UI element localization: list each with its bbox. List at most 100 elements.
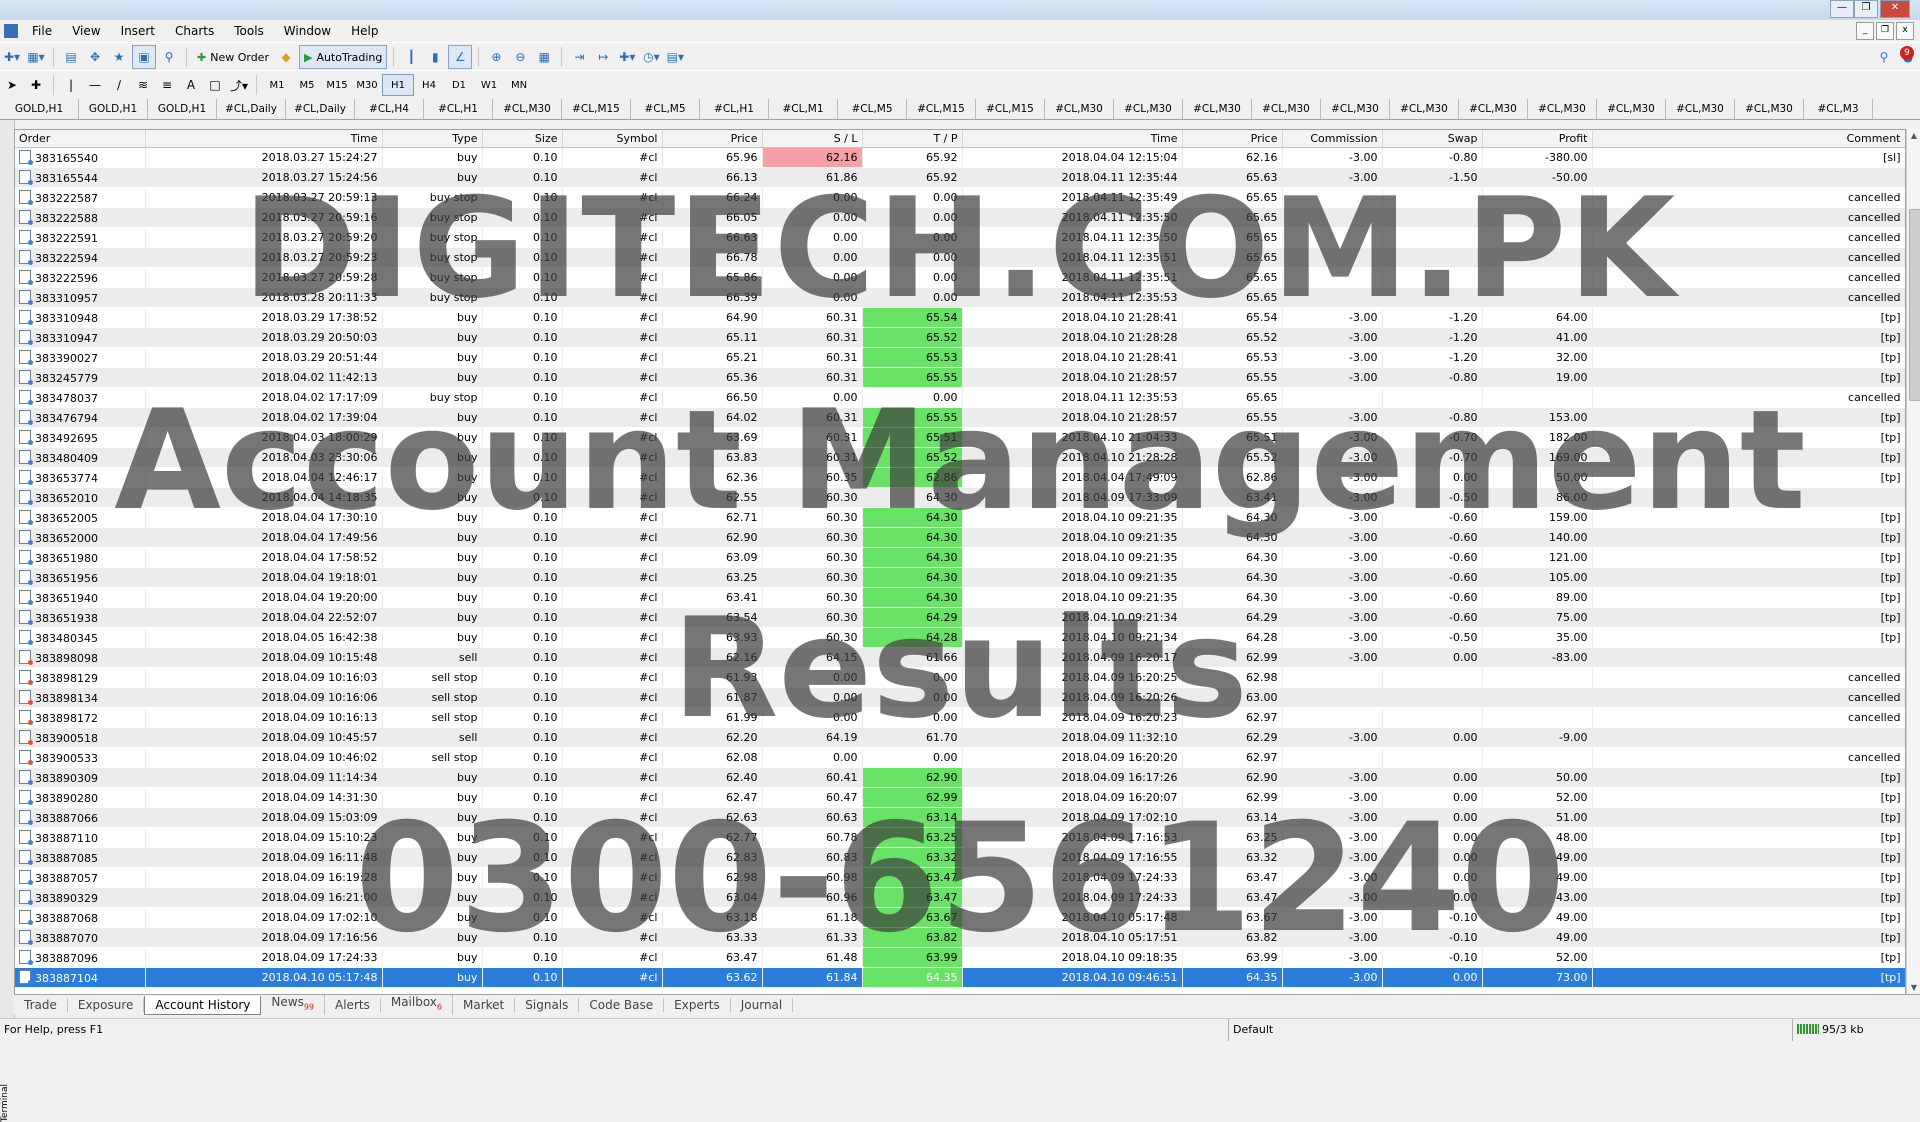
vertical-scrollbar[interactable]: ▲ ▼ (1906, 129, 1920, 995)
chart-tab[interactable]: #CL,M30 (1528, 99, 1597, 119)
table-row[interactable]: 383651940 2018.04.04 19:20:00 buy 0.10 #cl 63… (15, 587, 1905, 608)
tab-experts[interactable]: Experts (664, 998, 731, 1012)
table-row[interactable]: 383890329 2018.04.09 16:21:00 buy 0.10 #cl 63… (15, 887, 1905, 908)
table-row[interactable]: 383245779 2018.04.02 11:42:13 buy 0.10 #cl 65… (15, 367, 1905, 388)
candlestick-icon[interactable]: ▮ (424, 46, 446, 68)
table-row[interactable]: 383652000 2018.04.04 17:49:56 buy 0.10 #cl 62… (15, 527, 1905, 548)
zoom-in-icon[interactable]: ⊕ (485, 46, 507, 68)
table-row[interactable]: 383478037 2018.04.02 17:17:09 buy stop 0.10… (15, 387, 1905, 408)
chart-tab[interactable]: GOLD,H1 (79, 99, 148, 119)
cursor-icon[interactable]: ➤ (1, 74, 23, 96)
chart-tab[interactable]: #CL,M30 (1183, 99, 1252, 119)
chart-tab[interactable]: #CL,M30 (493, 99, 562, 119)
tab-journal[interactable]: Journal (731, 998, 794, 1012)
menu-tools[interactable]: Tools (224, 24, 274, 38)
text-icon[interactable]: A (180, 74, 202, 96)
chart-tab[interactable]: #CL,H4 (355, 99, 424, 119)
table-row[interactable]: 383890309 2018.04.09 11:14:34 buy 0.10 #cl 62… (15, 767, 1905, 788)
table-row[interactable]: 383165544 2018.03.27 15:24:56 buy 0.10 #cl 66… (15, 167, 1905, 188)
col-close-price[interactable]: Price (1182, 130, 1283, 148)
tab-market[interactable]: Market (453, 998, 516, 1012)
restore-button[interactable]: ❐ (1854, 0, 1878, 18)
col-sl[interactable]: S / L (762, 130, 863, 148)
chart-tab[interactable]: #CL,M30 (1459, 99, 1528, 119)
table-row[interactable]: 383651956 2018.04.04 19:18:01 buy 0.10 #cl 63… (15, 567, 1905, 588)
chart-tab[interactable]: #CL,M5 (838, 99, 907, 119)
channel-icon[interactable]: ≋ (132, 74, 154, 96)
tab-alerts[interactable]: Alerts (325, 998, 381, 1012)
scroll-up-icon[interactable]: ▲ (1907, 129, 1920, 143)
search-icon[interactable]: ⚲ (1873, 46, 1895, 68)
tab-code-base[interactable]: Code Base (579, 998, 665, 1012)
data-window-icon[interactable]: ✥ (84, 46, 106, 68)
fibonacci-icon[interactable]: ≡ (156, 74, 178, 96)
minimize-button[interactable]: — (1830, 0, 1854, 18)
chart-tab[interactable]: #CL,M30 (1597, 99, 1666, 119)
table-row[interactable]: 383652010 2018.04.04 14:18:35 buy 0.10 #cl 62… (15, 487, 1905, 508)
table-row[interactable]: 383310948 2018.03.29 17:38:52 buy 0.10 #cl 64… (15, 307, 1905, 328)
tile-windows-icon[interactable]: ▦ (533, 46, 555, 68)
col-order[interactable]: Order (15, 130, 146, 148)
timeframe-mn[interactable]: MN (504, 75, 534, 95)
col-open-time[interactable]: Time (145, 130, 383, 148)
table-row[interactable]: 383887110 2018.04.09 15:10:23 buy 0.10 #cl 62… (15, 827, 1905, 848)
table-row[interactable]: 383480409 2018.04.03 23:30:06 buy 0.10 #cl 63… (15, 447, 1905, 468)
scroll-down-icon[interactable]: ▼ (1907, 981, 1920, 995)
table-row[interactable]: 383651980 2018.04.04 17:58:52 buy 0.10 #cl 63… (15, 547, 1905, 568)
timeframe-m30[interactable]: M30 (352, 75, 382, 95)
table-row[interactable]: 383222591 2018.03.27 20:59:20 buy stop 0.10… (15, 227, 1905, 248)
new-chart-icon[interactable]: ✚▾ (1, 46, 23, 68)
chart-tab[interactable]: #CL,H1 (700, 99, 769, 119)
table-row[interactable]: 383887096 2018.04.09 17:24:33 buy 0.10 #cl 63… (15, 947, 1905, 968)
table-row[interactable]: 383898172 2018.04.09 10:16:13 sell stop 0.1… (15, 707, 1905, 728)
table-row[interactable]: 383898098 2018.04.09 10:15:48 sell 0.10 #cl 6… (15, 647, 1905, 668)
table-row[interactable]: 383900518 2018.04.09 10:45:57 sell 0.10 #cl 6… (15, 727, 1905, 748)
chart-shift-icon[interactable]: ⇥ (568, 46, 590, 68)
timeframe-m1[interactable]: M1 (262, 75, 292, 95)
crosshair-icon[interactable]: ✚ (25, 74, 47, 96)
table-row[interactable]: 383222587 2018.03.27 20:59:13 buy stop 0.10… (15, 187, 1905, 208)
col-commission[interactable]: Commission (1282, 130, 1383, 148)
chart-tab[interactable]: GOLD,H1 (0, 99, 79, 119)
timeframe-h4[interactable]: H4 (414, 75, 444, 95)
table-row[interactable]: 383652005 2018.04.04 17:30:10 buy 0.10 #cl 62… (15, 507, 1905, 528)
close-button[interactable]: ✕ (1880, 0, 1910, 18)
tab-news[interactable]: News99 (261, 995, 326, 1015)
chart-tab[interactable]: #CL,M1 (769, 99, 838, 119)
col-swap[interactable]: Swap (1382, 130, 1483, 148)
profiles-icon[interactable]: ▦▾ (25, 46, 47, 68)
table-row[interactable]: 383887104 2018.04.10 05:17:48 buy 0.10 #cl 63… (15, 967, 1905, 988)
chart-tab[interactable]: #CL,H1 (424, 99, 493, 119)
scroll-thumb[interactable] (1909, 209, 1920, 401)
col-profit[interactable]: Profit (1482, 130, 1593, 148)
table-row[interactable]: 383890280 2018.04.09 14:31:30 buy 0.10 #cl 62… (15, 787, 1905, 808)
line-chart-icon[interactable]: ∠ (448, 45, 473, 69)
indicators-icon[interactable]: ✚▾ (616, 46, 638, 68)
chart-tab[interactable]: #CL,M30 (1735, 99, 1804, 119)
tab-account-history[interactable]: Account History (144, 995, 262, 1015)
menu-file[interactable]: File (22, 24, 62, 38)
menu-view[interactable]: View (62, 24, 110, 38)
timeframe-d1[interactable]: D1 (444, 75, 474, 95)
table-row[interactable]: 383887068 2018.04.09 17:02:10 buy 0.10 #cl 63… (15, 907, 1905, 928)
table-row[interactable]: 383900533 2018.04.09 10:46:02 sell stop 0.1… (15, 747, 1905, 768)
menu-window[interactable]: Window (274, 24, 341, 38)
table-row[interactable]: 383222588 2018.03.27 20:59:16 buy stop 0.10… (15, 207, 1905, 228)
autoscroll-icon[interactable]: ↦ (592, 46, 614, 68)
mdi-close-button[interactable]: x (1896, 22, 1914, 40)
chart-tab[interactable]: #CL,M30 (1666, 99, 1735, 119)
table-row[interactable]: 383653774 2018.04.04 12:46:17 buy 0.10 #cl 62… (15, 467, 1905, 488)
table-row[interactable]: 383390027 2018.03.29 20:51:44 buy 0.10 #cl 65… (15, 347, 1905, 368)
chart-tab[interactable]: #CL,M5 (631, 99, 700, 119)
tab-signals[interactable]: Signals (515, 998, 580, 1012)
col-size[interactable]: Size (482, 130, 563, 148)
strategy-tester-icon[interactable]: ⚲ (158, 46, 180, 68)
timeframe-w1[interactable]: W1 (474, 75, 504, 95)
market-watch-icon[interactable]: ▤ (60, 46, 82, 68)
col-symbol[interactable]: Symbol (562, 130, 663, 148)
chart-tab[interactable]: #CL,M15 (976, 99, 1045, 119)
chart-tab[interactable]: #CL,M3 (1804, 99, 1873, 119)
chart-tab[interactable]: #CL,M30 (1321, 99, 1390, 119)
trendline-icon[interactable]: ∕ (108, 74, 130, 96)
chart-tab[interactable]: #CL,Daily (217, 99, 286, 119)
